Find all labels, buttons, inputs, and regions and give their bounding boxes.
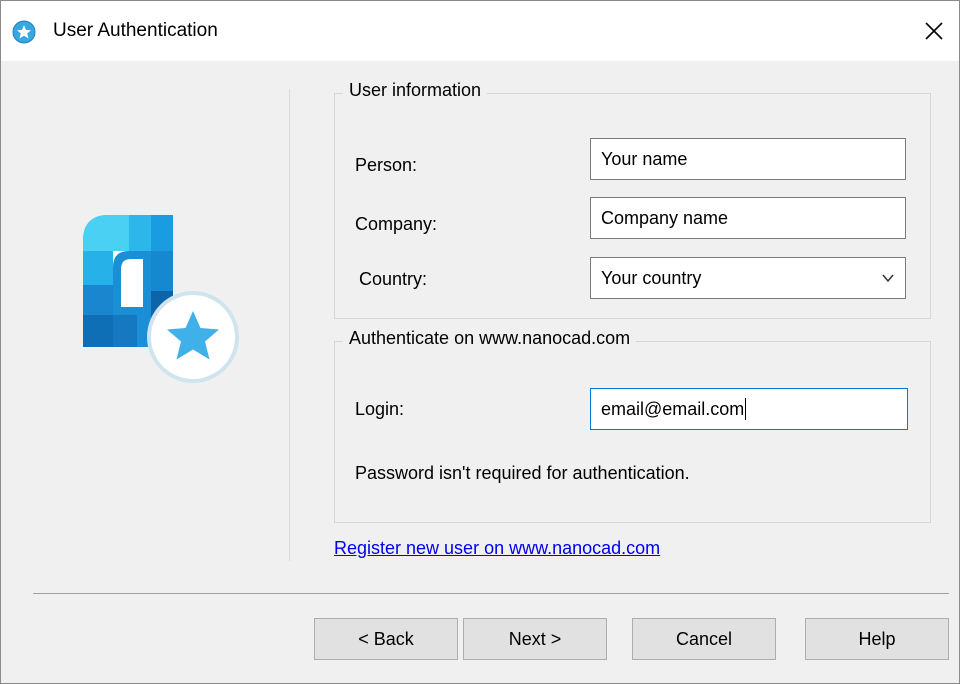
person-field[interactable]: Your name <box>590 138 906 180</box>
star-badge-icon <box>12 20 36 44</box>
title-bar: User Authentication <box>1 1 959 61</box>
person-value: Your name <box>601 148 688 169</box>
nanocad-star-logo-icon <box>83 215 239 383</box>
authenticate-legend: Authenticate on www.nanocad.com <box>343 328 637 349</box>
company-value: Company name <box>601 207 729 228</box>
authenticate-group: Authenticate on www.nanocad.com <box>334 328 931 523</box>
register-link[interactable]: Register new user on www.nanocad.com <box>334 538 660 559</box>
dialog-window: User Authentication User information Per… <box>0 0 960 684</box>
close-icon <box>925 22 943 40</box>
user-information-legend: User information <box>343 80 488 101</box>
back-button[interactable]: < Back <box>314 618 458 660</box>
next-button[interactable]: Next > <box>463 618 607 660</box>
password-note: Password isn't required for authenticati… <box>355 463 690 483</box>
window-title: User Authentication <box>53 20 218 41</box>
login-value: email@email.com <box>601 398 745 419</box>
country-value: Your country <box>601 267 702 288</box>
country-label: Country: <box>359 269 428 289</box>
login-field[interactable]: email@email.com <box>590 388 908 430</box>
close-button[interactable] <box>909 1 959 61</box>
chevron-down-icon <box>882 274 894 283</box>
help-button[interactable]: Help <box>805 618 949 660</box>
person-label: Person: <box>355 155 418 175</box>
text-caret <box>745 398 747 420</box>
login-label: Login: <box>355 399 405 419</box>
vertical-divider <box>289 89 290 561</box>
horizontal-divider <box>33 593 949 594</box>
cancel-button[interactable]: Cancel <box>632 618 776 660</box>
company-label: Company: <box>355 214 438 234</box>
company-field[interactable]: Company name <box>590 197 906 239</box>
country-dropdown[interactable]: Your country <box>590 257 906 299</box>
